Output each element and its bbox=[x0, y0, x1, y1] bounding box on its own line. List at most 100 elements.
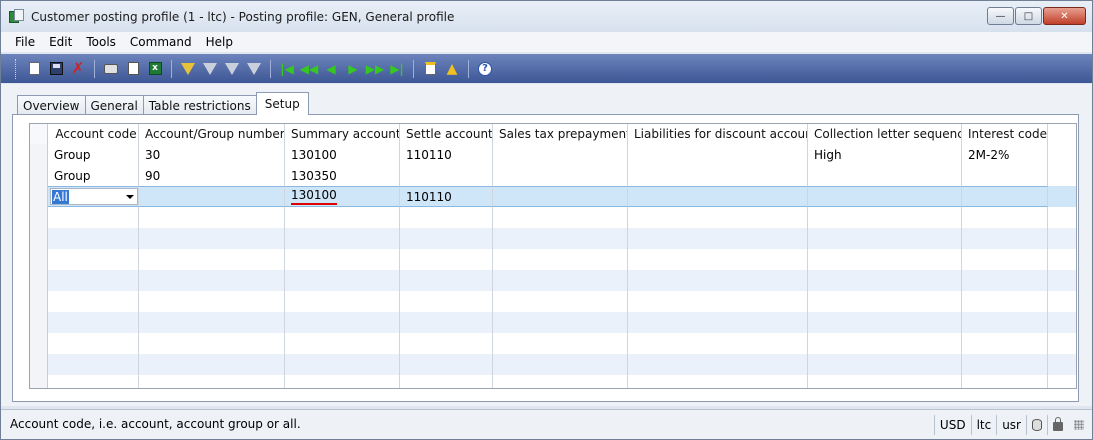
empty-cell[interactable] bbox=[628, 249, 808, 270]
empty-cell[interactable] bbox=[139, 333, 285, 354]
cell-account-group-number[interactable] bbox=[139, 186, 285, 207]
empty-cell[interactable] bbox=[962, 291, 1048, 312]
empty-table-row[interactable] bbox=[30, 312, 1076, 333]
next-page-button[interactable]: ▶▶ bbox=[364, 58, 386, 80]
cell-liabilities-discount-account[interactable] bbox=[628, 186, 808, 207]
cell-account-group-number[interactable]: 90 bbox=[139, 165, 285, 186]
column-header-collection-letter-sequence[interactable]: Collection letter sequence bbox=[808, 124, 962, 144]
cell-account-code[interactable]: Group bbox=[48, 165, 139, 186]
empty-cell[interactable] bbox=[139, 354, 285, 375]
empty-cell[interactable] bbox=[808, 333, 962, 354]
empty-table-row[interactable] bbox=[30, 354, 1076, 375]
row-selector[interactable] bbox=[30, 144, 48, 165]
empty-cell[interactable] bbox=[628, 375, 808, 388]
tab-setup[interactable]: Setup bbox=[255, 92, 309, 115]
menu-help[interactable]: Help bbox=[206, 35, 233, 49]
empty-cell[interactable] bbox=[400, 228, 493, 249]
empty-cell[interactable] bbox=[628, 228, 808, 249]
empty-cell[interactable] bbox=[808, 312, 962, 333]
empty-cell[interactable] bbox=[139, 249, 285, 270]
empty-table-row[interactable] bbox=[30, 207, 1076, 228]
empty-cell[interactable] bbox=[48, 312, 139, 333]
column-header-liabilities-discount-account[interactable]: Liabilities for discount account bbox=[628, 124, 808, 144]
column-header-account-code[interactable]: Account code bbox=[48, 124, 139, 144]
empty-cell[interactable] bbox=[139, 207, 285, 228]
cell-summary-account[interactable]: 130350 bbox=[285, 165, 400, 186]
status-database[interactable] bbox=[1026, 415, 1047, 435]
table-row-selected[interactable]: All 130100 110110 bbox=[30, 186, 1076, 207]
menu-edit[interactable]: Edit bbox=[49, 35, 72, 49]
empty-cell[interactable] bbox=[400, 207, 493, 228]
next-record-button[interactable]: ▶ bbox=[342, 58, 364, 80]
empty-cell[interactable] bbox=[285, 312, 400, 333]
row-selector-header[interactable] bbox=[30, 124, 48, 144]
empty-cell[interactable] bbox=[400, 333, 493, 354]
account-code-combobox[interactable]: All bbox=[50, 188, 138, 205]
empty-cell[interactable] bbox=[493, 375, 628, 388]
empty-cell[interactable] bbox=[400, 291, 493, 312]
status-lock[interactable] bbox=[1047, 415, 1068, 435]
row-selector[interactable] bbox=[30, 165, 48, 186]
empty-cell[interactable] bbox=[285, 249, 400, 270]
cell-liabilities-discount-account[interactable] bbox=[628, 144, 808, 165]
advanced-filter-button[interactable] bbox=[221, 58, 243, 80]
cell-interest-code[interactable] bbox=[962, 165, 1048, 186]
empty-cell[interactable] bbox=[48, 375, 139, 388]
empty-cell[interactable] bbox=[139, 291, 285, 312]
empty-cell[interactable] bbox=[628, 270, 808, 291]
row-selector[interactable] bbox=[30, 354, 48, 375]
empty-cell[interactable] bbox=[493, 354, 628, 375]
empty-cell[interactable] bbox=[808, 354, 962, 375]
empty-cell[interactable] bbox=[285, 354, 400, 375]
previous-record-button[interactable]: ◀ bbox=[320, 58, 342, 80]
previous-page-button[interactable]: ◀◀ bbox=[298, 58, 320, 80]
row-selector[interactable] bbox=[30, 186, 48, 207]
delete-button[interactable]: ✗ bbox=[67, 58, 89, 80]
print-preview-button[interactable] bbox=[122, 58, 144, 80]
column-header-account-group-number[interactable]: Account/Group number bbox=[139, 124, 285, 144]
empty-cell[interactable] bbox=[962, 312, 1048, 333]
empty-cell[interactable] bbox=[285, 333, 400, 354]
empty-cell[interactable] bbox=[493, 270, 628, 291]
empty-table-row[interactable] bbox=[30, 249, 1076, 270]
empty-cell[interactable] bbox=[493, 249, 628, 270]
empty-cell[interactable] bbox=[808, 375, 962, 388]
new-button[interactable] bbox=[23, 58, 45, 80]
empty-cell[interactable] bbox=[962, 249, 1048, 270]
close-button[interactable]: ✕ bbox=[1043, 7, 1086, 25]
cell-settle-account[interactable]: 110110 bbox=[400, 144, 493, 165]
empty-cell[interactable] bbox=[285, 375, 400, 388]
row-selector[interactable] bbox=[30, 333, 48, 354]
empty-cell[interactable] bbox=[48, 249, 139, 270]
empty-cell[interactable] bbox=[808, 207, 962, 228]
toolbar-grip[interactable] bbox=[15, 58, 17, 79]
account-code-combobox-value[interactable]: All bbox=[52, 189, 69, 204]
empty-cell[interactable] bbox=[962, 354, 1048, 375]
empty-cell[interactable] bbox=[48, 291, 139, 312]
empty-table-row[interactable] bbox=[30, 375, 1076, 388]
empty-cell[interactable] bbox=[493, 207, 628, 228]
empty-cell[interactable] bbox=[808, 270, 962, 291]
row-selector[interactable] bbox=[30, 249, 48, 270]
save-button[interactable] bbox=[45, 58, 67, 80]
row-selector[interactable] bbox=[30, 207, 48, 228]
print-button[interactable] bbox=[100, 58, 122, 80]
empty-cell[interactable] bbox=[493, 312, 628, 333]
empty-cell[interactable] bbox=[962, 228, 1048, 249]
empty-cell[interactable] bbox=[48, 228, 139, 249]
title-bar[interactable]: Customer posting profile (1 - ltc) - Pos… bbox=[1, 1, 1092, 32]
empty-table-row[interactable] bbox=[30, 333, 1076, 354]
row-selector[interactable] bbox=[30, 270, 48, 291]
help-button[interactable]: ? bbox=[474, 58, 496, 80]
empty-cell[interactable] bbox=[493, 333, 628, 354]
row-selector[interactable] bbox=[30, 291, 48, 312]
empty-cell[interactable] bbox=[628, 291, 808, 312]
table-row[interactable]: Group 30 130100 110110 High 2M-2% bbox=[30, 144, 1076, 165]
empty-cell[interactable] bbox=[808, 228, 962, 249]
row-selector[interactable] bbox=[30, 375, 48, 388]
cell-account-code[interactable]: All bbox=[48, 186, 139, 207]
column-header-interest-code[interactable]: Interest code bbox=[962, 124, 1048, 144]
empty-cell[interactable] bbox=[962, 207, 1048, 228]
empty-cell[interactable] bbox=[400, 354, 493, 375]
empty-cell[interactable] bbox=[962, 333, 1048, 354]
